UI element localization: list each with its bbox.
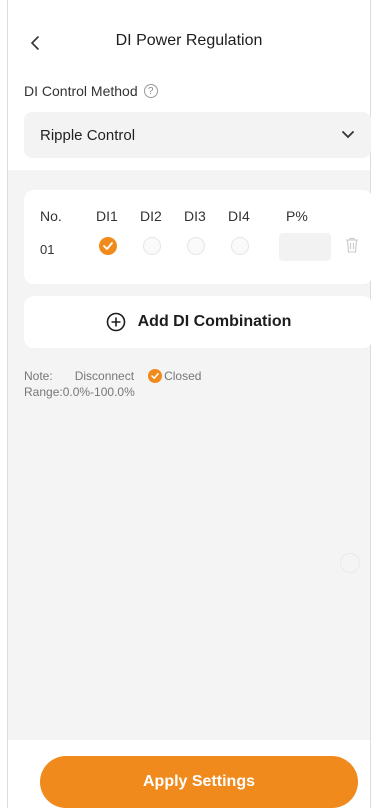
di-combination-card: No. DI1 DI2 DI3 DI4 P% 01 (24, 190, 373, 284)
row-number: 01 (40, 242, 55, 257)
delete-row-button[interactable] (345, 237, 361, 255)
di2-checkbox[interactable] (143, 237, 161, 255)
di-control-method-label: DI Control Method ? (24, 83, 158, 99)
selected-method: Ripple Control (40, 126, 136, 144)
plus-circle-icon (106, 312, 125, 332)
legend-closed: Closed (164, 369, 202, 383)
add-di-combination-label: Add DI Combination (137, 313, 292, 330)
add-di-combination-button[interactable]: Add DI Combination (24, 296, 373, 348)
column-header-no: No. (40, 208, 62, 224)
settings-panel: No. DI1 DI2 DI3 DI4 P% 01 Add DI Combina… (8, 170, 373, 740)
column-header-di3: DI3 (184, 208, 206, 224)
chevron-down-icon (342, 131, 354, 139)
legend-disconnect: Disconnect (74, 369, 135, 383)
di-control-method-select[interactable]: Ripple Control (24, 112, 371, 158)
legend-closed-icon (148, 369, 163, 383)
note: Note: Disconnect Closed Range:0.0%-100.0… (24, 368, 201, 400)
column-header-di4: DI4 (228, 208, 250, 224)
checkmark-icon (103, 242, 113, 250)
p-percent-input[interactable] (279, 233, 331, 261)
column-header-di2: DI2 (140, 208, 162, 224)
header: DI Power Regulation DI Control Method ? … (8, 0, 371, 170)
faint-circle-icon (340, 553, 360, 573)
range-text: Range:0.0%-100.0% (24, 385, 135, 399)
help-icon[interactable]: ? (143, 84, 158, 98)
footer: Apply Settings (8, 740, 370, 808)
column-header-p-percent: P% (286, 208, 308, 224)
di1-checkbox[interactable] (99, 237, 117, 255)
di-control-method-text: DI Control Method (24, 83, 138, 99)
note-prefix: Note: (24, 369, 53, 383)
di4-checkbox[interactable] (231, 237, 249, 255)
page-title: DI Power Regulation (115, 32, 263, 49)
column-header-di1: DI1 (96, 208, 118, 224)
apply-settings-button[interactable]: Apply Settings (40, 756, 358, 808)
di3-checkbox[interactable] (187, 237, 205, 255)
trash-icon (346, 237, 358, 253)
